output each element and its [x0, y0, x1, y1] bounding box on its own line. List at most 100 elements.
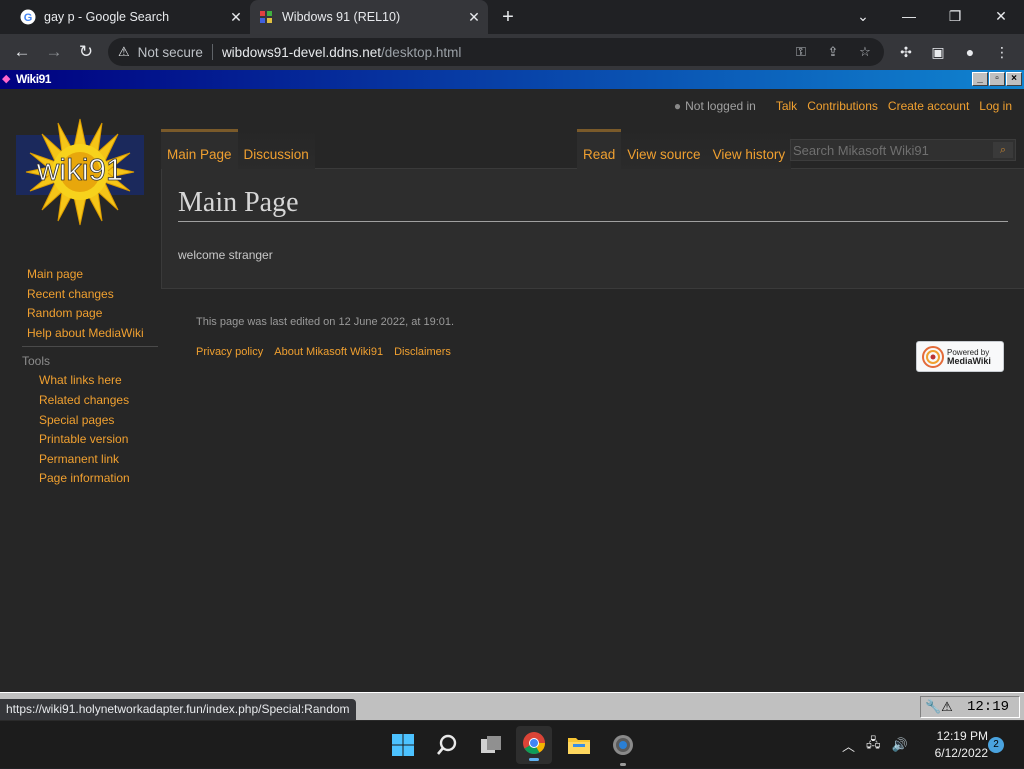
chrome-taskbar-app[interactable] [516, 726, 552, 764]
url-path: /desktop.html [381, 44, 462, 60]
browser-toolbar: ← → ↻ ⚠ Not secure wibdows91-devel.ddns.… [0, 34, 1024, 70]
tab-wibdows-91[interactable]: Wibdows 91 (REL10) ✕ [250, 0, 488, 34]
w91-maximize-icon[interactable]: ▫ [989, 72, 1005, 86]
page-body-text: welcome stranger [178, 248, 273, 262]
w91-close-icon[interactable]: × [1006, 72, 1022, 86]
powered-by-text: Powered by MediaWiki [947, 348, 991, 366]
footer-links: Privacy policy About Mikasoft Wiki91 Dis… [196, 346, 462, 358]
close-tab-icon[interactable]: ✕ [466, 9, 482, 25]
logo-text: wiki91 [36, 152, 123, 187]
view-tabs: Read View source View history [577, 129, 792, 169]
wiki91-logo[interactable]: wiki91 [14, 117, 146, 227]
w91-system-tray: 🔧⚠ 12:19 [920, 696, 1020, 718]
talk-link[interactable]: Talk [776, 99, 797, 113]
network-icon[interactable]: 🖧 [866, 734, 881, 756]
google-icon: G [20, 9, 36, 25]
tab-title: Wibdows 91 (REL10) [282, 10, 401, 24]
forward-icon[interactable]: → [42, 40, 66, 64]
key-icon[interactable]: ⚿ [792, 44, 810, 60]
tab-google-search[interactable]: G gay p - Google Search ✕ [14, 0, 250, 34]
close-tab-icon[interactable]: ✕ [228, 9, 244, 25]
tools-heading: Tools [22, 354, 51, 369]
share-icon[interactable]: ⇪ [824, 44, 842, 60]
taskbar-clock[interactable]: 12:19 PM 6/12/2022 [924, 728, 988, 762]
tab-main-page[interactable]: Main Page [161, 129, 238, 169]
reload-icon[interactable]: ↻ [74, 40, 98, 64]
tools-item-permanent-link[interactable]: Permanent link [0, 450, 160, 470]
windows-taskbar: ︿ 🖧 🔊 12:19 PM 6/12/2022 2 [0, 720, 1024, 768]
sidebar: Main page Recent changes Random page Hel… [0, 265, 160, 489]
back-icon[interactable]: ← [10, 40, 34, 64]
wiki91-window-titlebar[interactable]: ◆ Wiki91 _ ▫ × [0, 70, 1024, 89]
address-bar[interactable]: ⚠ Not secure wibdows91-devel.ddns.net /d… [108, 38, 884, 66]
wiki-page: ● Not logged in Talk Contributions Creat… [0, 89, 1024, 692]
navigation-portal: Main page Recent changes Random page Hel… [0, 265, 160, 343]
tools-item-page-information[interactable]: Page information [0, 469, 160, 489]
restore-icon[interactable]: ❐ [940, 4, 970, 28]
extensions-icon[interactable]: ✣ [896, 42, 916, 62]
bookmark-star-icon[interactable]: ☆ [856, 44, 874, 60]
not-logged-in-label: Not logged in [685, 99, 756, 113]
chevron-up-icon[interactable]: ︿ [842, 736, 855, 755]
settings-taskbar-app[interactable] [609, 731, 637, 766]
mediawiki-flower-icon [922, 345, 944, 368]
svg-text:G: G [24, 12, 33, 24]
powered-by-line2: MediaWiki [947, 355, 991, 366]
sidebar-item-help[interactable]: Help about MediaWiki [0, 324, 160, 344]
minimize-icon[interactable]: — [894, 4, 924, 28]
warning-icon[interactable]: ⚠ [118, 44, 130, 60]
start-icon[interactable] [389, 731, 417, 759]
sidebar-item-recent-changes[interactable]: Recent changes [0, 285, 160, 305]
footer-last-edited: This page was last edited on 12 June 202… [196, 316, 455, 328]
tools-item-related-changes[interactable]: Related changes [0, 391, 160, 411]
task-view-icon[interactable] [477, 731, 505, 759]
side-panel-icon[interactable]: ▣ [928, 42, 948, 62]
chrome-icon [523, 732, 545, 754]
file-explorer-icon[interactable] [565, 731, 593, 759]
privacy-policy-link[interactable]: Privacy policy [196, 346, 263, 358]
browser-tab-strip: G gay p - Google Search ✕ Wibdows 91 (RE… [0, 0, 1024, 34]
omnibox-divider [211, 44, 213, 60]
settings-gear-icon [613, 735, 633, 755]
personal-tools: ● Not logged in Talk Contributions Creat… [674, 99, 1012, 113]
search-taskbar-icon[interactable] [433, 731, 461, 759]
clock-time: 12:19 PM [936, 729, 988, 743]
tools-item-special-pages[interactable]: Special pages [0, 411, 160, 431]
contributions-link[interactable]: Contributions [807, 99, 878, 113]
link-status-bubble: https://wiki91.holynetworkadapter.fun/in… [0, 699, 356, 720]
namespace-tabs: Main Page Discussion [161, 129, 315, 169]
running-indicator [620, 763, 626, 766]
url-host: wibdows91-devel.ddns.net [221, 44, 382, 60]
wiki91-app-icon: ◆ [2, 73, 11, 85]
tab-view-history[interactable]: View history [706, 129, 792, 169]
menu-kebab-icon[interactable]: ⋮ [992, 42, 1012, 62]
tab-discussion[interactable]: Discussion [237, 129, 315, 169]
search-icon[interactable]: ⌕ [993, 142, 1013, 158]
disclaimers-link[interactable]: Disclaimers [394, 346, 451, 358]
powered-by-mediawiki-badge[interactable]: Powered by MediaWiki [916, 341, 1004, 372]
new-tab-button[interactable]: + [498, 7, 518, 27]
security-label[interactable]: Not secure [138, 45, 203, 60]
log-in-link[interactable]: Log in [979, 99, 1012, 113]
active-indicator [529, 758, 539, 761]
tools-item-what-links-here[interactable]: What links here [0, 371, 160, 391]
tab-search-icon[interactable]: ⌄ [848, 4, 878, 28]
w91-tray-clock: 12:19 [966, 699, 1009, 715]
sidebar-item-main-page[interactable]: Main page [0, 265, 160, 285]
tab-view-source[interactable]: View source [621, 129, 707, 169]
volume-icon[interactable]: 🔊 [892, 737, 908, 753]
profile-icon[interactable]: ● [960, 42, 980, 62]
create-account-link[interactable]: Create account [888, 99, 969, 113]
sidebar-item-random-page[interactable]: Random page [0, 304, 160, 324]
about-link[interactable]: About Mikasoft Wiki91 [274, 346, 383, 358]
close-window-icon[interactable]: ✕ [986, 4, 1016, 28]
clock-date: 6/12/2022 [934, 746, 988, 760]
tools-item-printable-version[interactable]: Printable version [0, 430, 160, 450]
search-input[interactable] [791, 142, 991, 158]
notification-badge[interactable]: 2 [988, 737, 1004, 753]
tab-read[interactable]: Read [577, 129, 622, 169]
window-title: Wiki91 [16, 72, 51, 86]
search-box: ⌕ [790, 139, 1016, 161]
w91-tray-warning-icon[interactable]: 🔧⚠ [925, 699, 953, 715]
w91-minimize-icon[interactable]: _ [972, 72, 988, 86]
